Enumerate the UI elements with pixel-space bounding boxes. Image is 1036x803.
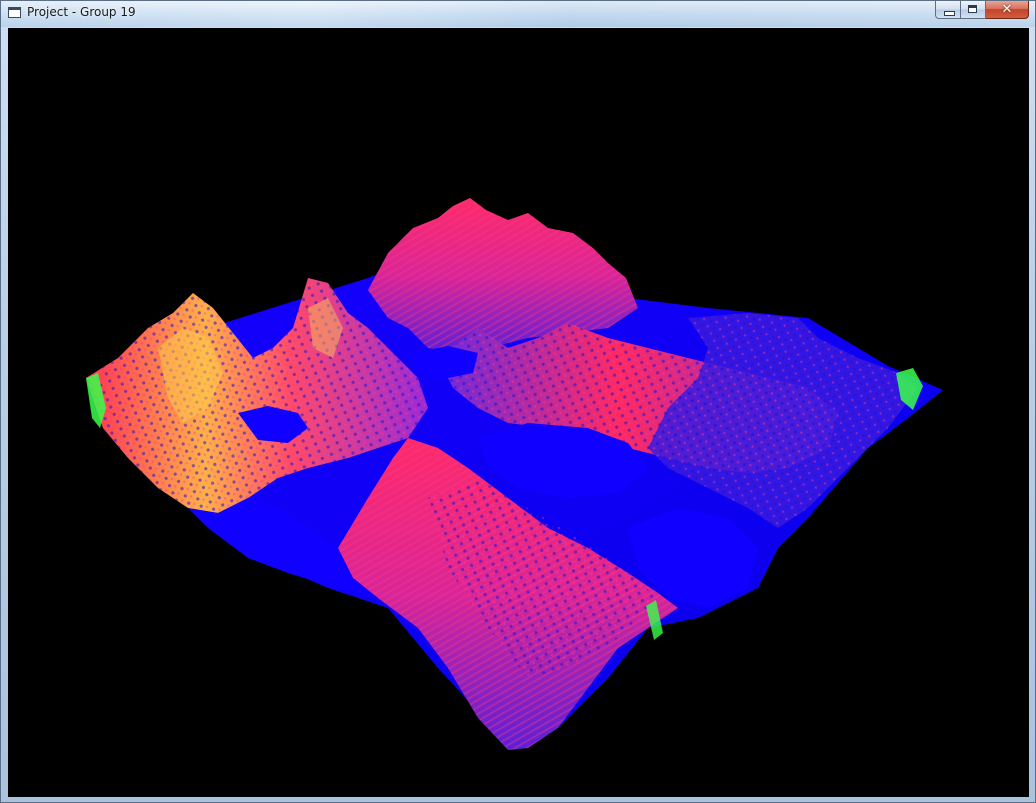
maximize-button[interactable] (961, 1, 986, 19)
caption-buttons: ✕ (935, 1, 1029, 20)
maximize-icon (968, 5, 977, 13)
minimize-button[interactable] (935, 1, 961, 19)
app-icon[interactable] (8, 7, 21, 18)
close-icon: ✕ (1001, 2, 1013, 17)
terrain-render (86, 198, 943, 750)
app-window: Project - Group 19 ✕ (0, 0, 1036, 803)
title-bar[interactable]: Project - Group 19 ✕ (1, 1, 1035, 27)
window-bottom-border (1, 795, 1035, 802)
render-viewport[interactable] (8, 28, 1029, 797)
close-button[interactable]: ✕ (986, 1, 1029, 19)
minimize-icon (944, 11, 955, 16)
window-title: Project - Group 19 (27, 5, 136, 19)
